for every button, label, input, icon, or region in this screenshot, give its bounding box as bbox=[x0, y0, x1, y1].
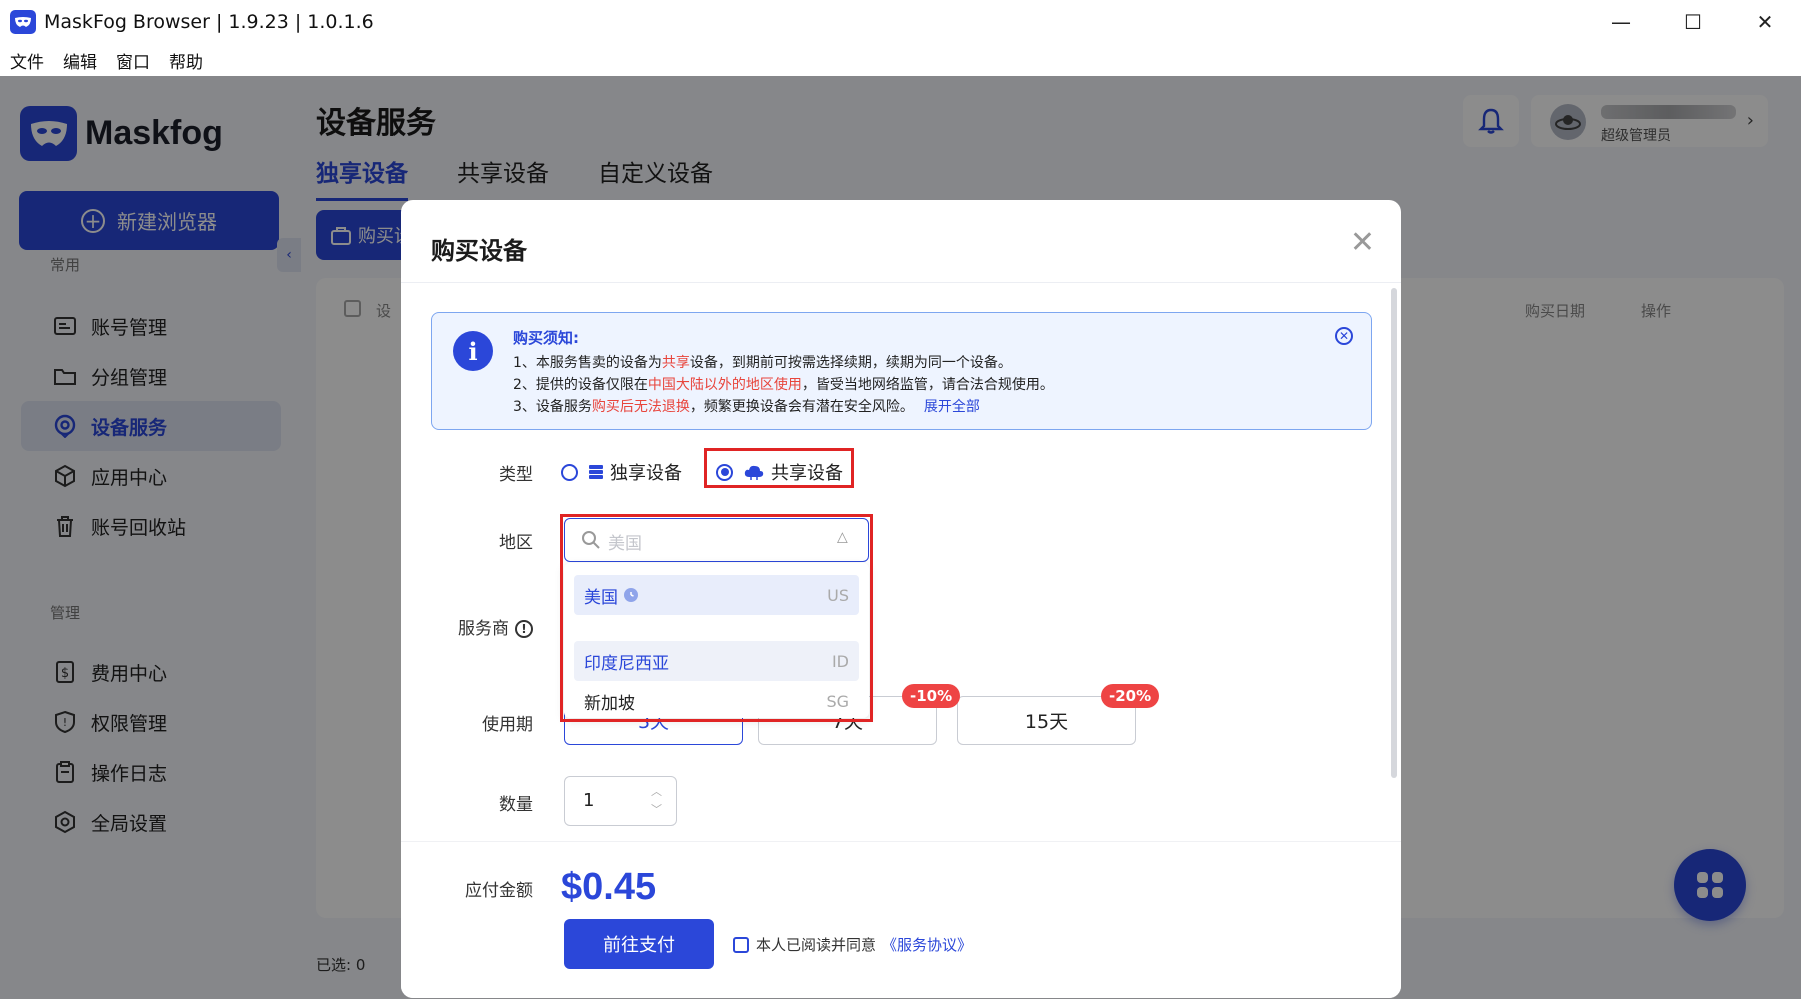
provider-label: 服务商! bbox=[413, 614, 533, 639]
amount-label: 应付金额 bbox=[465, 881, 533, 901]
expand-all-link[interactable]: 展开全部 bbox=[924, 399, 980, 415]
close-icon[interactable]: ✕ bbox=[1350, 228, 1375, 258]
modal-scrollbar[interactable] bbox=[1391, 288, 1397, 778]
server-icon bbox=[588, 464, 604, 480]
close-window-button[interactable]: ✕ bbox=[1729, 0, 1801, 44]
menu-bar: 文件 编辑 窗口 帮助 bbox=[0, 44, 1801, 76]
notice-title: 购买须知: bbox=[513, 329, 579, 347]
pay-button[interactable]: 前往支付 bbox=[564, 919, 714, 969]
menu-help[interactable]: 帮助 bbox=[169, 48, 203, 73]
region-label: 地区 bbox=[499, 533, 533, 553]
window-title: MaskFog Browser | 1.9.23 | 1.0.1.6 bbox=[44, 11, 374, 33]
info-icon: i bbox=[453, 331, 493, 371]
notice-line-2: 2、提供的设备仅限在中国大陆以外的地区使用，皆受当地网络监管，请合法合规使用。 bbox=[513, 377, 1054, 393]
agree-checkbox[interactable] bbox=[733, 936, 749, 953]
period-label: 使用期 bbox=[482, 715, 533, 735]
close-notice-icon[interactable]: ✕ bbox=[1335, 327, 1353, 345]
highlight-box-region bbox=[560, 514, 873, 722]
discount-badge: -10% bbox=[902, 684, 961, 708]
amount-value: $0.45 bbox=[561, 866, 657, 908]
menu-edit[interactable]: 编辑 bbox=[63, 48, 97, 73]
menu-window[interactable]: 窗口 bbox=[116, 48, 150, 73]
modal-title: 购买设备 bbox=[431, 237, 527, 265]
purchase-notice: i 购买须知: 1、本服务售卖的设备为共享设备，到期前可按需选择续期，续期为同一… bbox=[431, 312, 1372, 430]
purchase-device-modal: 购买设备 ✕ i 购买须知: 1、本服务售卖的设备为共享设备，到期前可按需选择续… bbox=[401, 200, 1401, 998]
radio-icon bbox=[561, 463, 578, 481]
notice-line-3: 3、设备服务购买后无法退换，频繁更换设备会有潜在安全风险。 展开全部 bbox=[513, 399, 980, 415]
type-label: 类型 bbox=[499, 465, 533, 485]
notice-line-1: 1、本服务售卖的设备为共享设备，到期前可按需选择续期，续期为同一个设备。 bbox=[513, 355, 1012, 371]
info-circle-icon[interactable]: ! bbox=[515, 620, 533, 638]
agreement: 本人已阅读并同意 《服务协议》 bbox=[733, 934, 972, 955]
chevron-up-icon[interactable]: ︿ bbox=[651, 786, 662, 797]
service-agreement-link[interactable]: 《服务协议》 bbox=[882, 934, 972, 955]
agree-text: 本人已阅读并同意 bbox=[756, 936, 877, 954]
quantity-value: 1 bbox=[583, 790, 595, 811]
modal-header: 购买设备 ✕ bbox=[401, 200, 1401, 283]
title-bar: MaskFog Browser | 1.9.23 | 1.0.1.6 — ☐ ✕ bbox=[0, 0, 1801, 44]
quantity-label: 数量 bbox=[499, 795, 533, 815]
chevron-down-icon[interactable]: ﹀ bbox=[651, 804, 662, 815]
app-icon bbox=[10, 10, 36, 34]
discount-badge: -20% bbox=[1101, 684, 1160, 708]
modal-footer: 应付金额 $0.45 前往支付 本人已阅读并同意 《服务协议》 bbox=[401, 841, 1401, 998]
highlight-box-type bbox=[704, 448, 854, 488]
type-option-label: 独享设备 bbox=[610, 463, 682, 484]
minimize-button[interactable]: — bbox=[1585, 0, 1657, 44]
quantity-stepper[interactable]: 1 ︿ ﹀ bbox=[564, 776, 677, 826]
menu-file[interactable]: 文件 bbox=[10, 48, 44, 73]
maximize-button[interactable]: ☐ bbox=[1657, 0, 1729, 44]
type-option-exclusive[interactable]: 独享设备 bbox=[561, 459, 682, 485]
